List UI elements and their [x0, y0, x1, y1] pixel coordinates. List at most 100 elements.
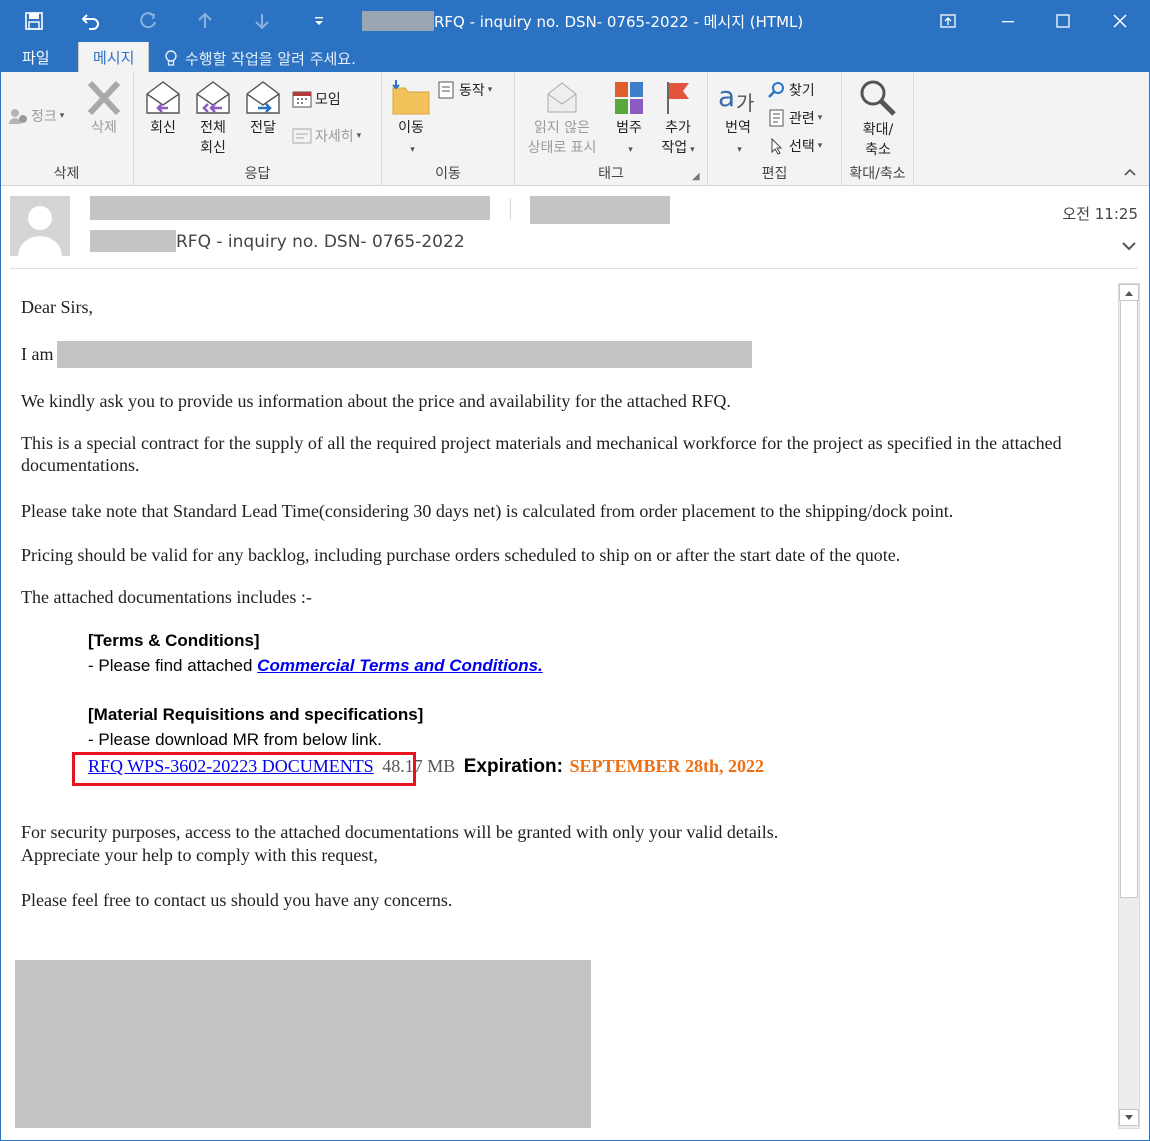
save-icon[interactable]: [20, 8, 48, 34]
categorize-button[interactable]: 범주 ▾: [609, 80, 649, 160]
ribbon-display-options-icon[interactable]: [925, 5, 971, 37]
redacted-sender: [362, 11, 434, 31]
delete-button[interactable]: 삭제: [78, 80, 130, 138]
maximize-icon[interactable]: [1040, 5, 1086, 37]
header-divider: [510, 198, 511, 220]
redacted-subject-prefix: [90, 230, 176, 252]
group-label-move: 이동: [435, 166, 461, 182]
redacted-signature: [15, 960, 591, 1128]
scroll-up-icon[interactable]: [1119, 284, 1139, 301]
ribbon-tab-bar: 파일 메시지 수행할 작업을 알려 주세요.: [0, 42, 1150, 72]
zoom-icon: [860, 80, 896, 116]
svg-text:a: a: [718, 80, 735, 113]
actions-button[interactable]: 동작 ▾: [438, 80, 492, 100]
more-respond-button[interactable]: 자세히 ▾: [292, 126, 361, 146]
zoom-button[interactable]: 확대/축소: [848, 78, 908, 160]
dialog-launcher-icon[interactable]: ◢: [692, 171, 700, 182]
collapse-ribbon-icon[interactable]: [1123, 165, 1137, 181]
greeting: Dear Sirs,: [21, 297, 93, 317]
ribbon-group-edit: a가 번역 ▾ 찾기 관련 ▾ 선택 ▾ 편집: [708, 72, 842, 186]
translate-icon: a가: [718, 80, 754, 115]
title-bar: RFQ - inquiry no. DSN- 0765-2022 - 메시지 (…: [0, 0, 1150, 42]
forward-icon: [246, 81, 280, 114]
lightbulb-icon: [165, 50, 177, 66]
tab-file[interactable]: 파일: [8, 42, 64, 72]
move-button[interactable]: 이동 ▾: [388, 78, 434, 160]
delete-icon: [87, 80, 121, 116]
redo-icon[interactable]: [134, 8, 162, 34]
junk-icon: [9, 109, 27, 124]
translate-button[interactable]: a가 번역 ▾: [714, 78, 762, 160]
paragraph-2: This is a special contract for the suppl…: [21, 433, 1062, 475]
redacted-intro: [57, 341, 752, 368]
received-time: 오전 11:25: [1062, 205, 1138, 223]
forward-button[interactable]: 전달: [242, 80, 284, 138]
related-button[interactable]: 관련 ▾: [768, 108, 822, 128]
redacted-from: [90, 196, 490, 220]
intro-text: I am: [21, 344, 54, 364]
select-button[interactable]: 선택 ▾: [768, 136, 822, 156]
arrow-down-icon[interactable]: [248, 8, 276, 34]
actions-icon: [438, 81, 454, 99]
more-icon: [292, 128, 312, 144]
terms-heading: [Terms & Conditions]: [88, 631, 260, 650]
terms-line: - Please find attached Commercial Terms …: [88, 655, 543, 677]
tell-me-box[interactable]: 수행할 작업을 알려 주세요.: [163, 46, 356, 70]
minimize-icon[interactable]: [985, 5, 1031, 37]
paragraph-8: Please feel free to contact us should yo…: [21, 890, 453, 910]
group-label-edit: 편집: [761, 166, 788, 182]
paragraph-3: Please take note that Standard Lead Time…: [21, 501, 954, 521]
customize-quick-access-icon[interactable]: [305, 8, 333, 34]
expand-header-icon[interactable]: [1120, 238, 1138, 254]
highlight-box: [72, 752, 416, 786]
undo-icon[interactable]: [77, 8, 105, 34]
find-button[interactable]: 찾기: [768, 80, 815, 100]
ribbon-group-zoom: 확대/축소 확대/축소: [842, 72, 914, 186]
ribbon-group-delete: 정크 ▾ 삭제 삭제: [0, 72, 134, 186]
paragraph-7: Appreciate your help to comply with this…: [21, 845, 378, 865]
mark-unread-button[interactable]: 읽지 않은 상태로 표시: [519, 80, 605, 158]
reply-button[interactable]: 회신: [142, 80, 184, 138]
follow-up-button[interactable]: 추가 작업 ▾: [653, 80, 703, 160]
arrow-up-icon[interactable]: [191, 8, 219, 34]
ribbon-group-move: 이동 ▾ 동작 ▾ 이동: [382, 72, 515, 186]
reply-all-icon: [196, 81, 230, 114]
junk-button[interactable]: 정크 ▾: [8, 106, 64, 126]
tab-message[interactable]: 메시지: [78, 42, 150, 72]
meeting-button[interactable]: 모임: [292, 89, 341, 109]
svg-text:가: 가: [736, 91, 754, 115]
paragraph-6: For security purposes, access to the att…: [21, 822, 779, 842]
expiration-label: Expiration:: [463, 756, 563, 777]
reply-icon: [146, 81, 180, 114]
calendar-icon: [292, 91, 312, 108]
paragraph-4: Pricing should be valid for any backlog,…: [21, 545, 901, 565]
folder-move-icon: [392, 80, 430, 115]
scrollbar-thumb[interactable]: [1120, 300, 1138, 898]
mr-heading: [Material Requisitions and specification…: [88, 705, 424, 724]
group-label-delete: 삭제: [53, 166, 80, 182]
terms-link[interactable]: Commercial Terms and Conditions.: [257, 656, 543, 675]
group-label-tags: 태그: [598, 166, 624, 182]
reply-all-button[interactable]: 전체 회신: [192, 80, 234, 158]
terms-prefix: - Please find attached: [88, 656, 258, 675]
group-label-zoom: 확대/축소: [849, 166, 906, 182]
avatar: [10, 196, 70, 256]
flag-icon: [667, 82, 689, 114]
ribbon: 정크 ▾ 삭제 삭제 회신 전체 회신 전달 모임 자세히 ▾ 응답 이동 ▾ …: [0, 72, 1150, 186]
envelope-unread-icon: [547, 82, 577, 113]
window-title: RFQ - inquiry no. DSN- 0765-2022 - 메시지 (…: [362, 11, 803, 32]
expiration-date: SEPTEMBER 28th, 2022: [569, 756, 764, 776]
group-label-respond: 응답: [244, 166, 271, 182]
tell-me-placeholder: 수행할 작업을 알려 주세요.: [185, 49, 356, 68]
header-separator: [10, 268, 1138, 269]
categorize-icon: [615, 82, 643, 114]
message-subject: RFQ - inquiry no. DSN- 0765-2022: [176, 232, 465, 252]
related-icon: [769, 109, 784, 127]
close-icon[interactable]: [1097, 5, 1143, 37]
scroll-down-icon[interactable]: [1119, 1109, 1139, 1126]
person-icon: [10, 196, 70, 256]
redacted-recipient: [530, 196, 670, 224]
find-icon: [768, 82, 784, 98]
ribbon-group-respond: 회신 전체 회신 전달 모임 자세히 ▾ 응답: [134, 72, 382, 186]
paragraph-5: The attached documentations includes :-: [21, 587, 312, 607]
